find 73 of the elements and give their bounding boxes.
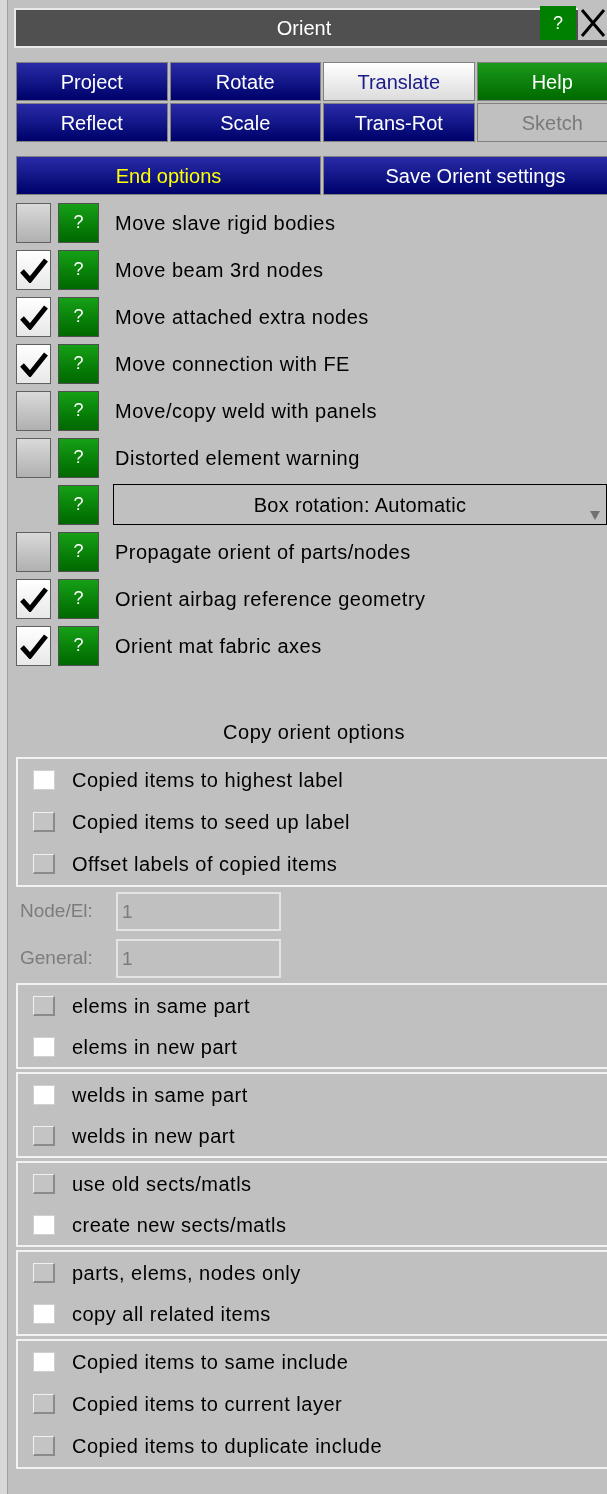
option-label: Distorted element warning [115, 445, 360, 471]
toggle-square[interactable] [33, 1084, 55, 1105]
input-field[interactable]: 1 [116, 939, 281, 978]
help-button[interactable]: ? [58, 578, 99, 619]
checkbox[interactable] [16, 390, 51, 431]
option-label: elems in same part [72, 993, 250, 1019]
close-button[interactable] [578, 6, 607, 40]
field-label: Node/El: [19, 899, 94, 924]
toggle-square[interactable] [33, 1214, 55, 1235]
mode-tab[interactable]: Project [16, 62, 168, 101]
option-label: Propagate orient of parts/nodes [115, 539, 411, 565]
section-heading: Copy orient options [223, 720, 405, 745]
input-field[interactable]: 1 [116, 892, 281, 931]
checkbox[interactable] [16, 343, 51, 384]
dropdown-triangle-icon [590, 511, 600, 520]
checkmark-icon [19, 256, 48, 283]
checkbox[interactable] [16, 296, 51, 337]
help-button[interactable]: ? [58, 249, 99, 290]
help-button[interactable]: ? [58, 202, 99, 243]
option-label: elems in new part [72, 1034, 238, 1060]
help-button[interactable]: ? [58, 484, 99, 525]
help-button[interactable]: ? [58, 390, 99, 431]
action-button[interactable]: Save Orient settings [323, 156, 607, 195]
option-label: Copied items to highest label [72, 768, 344, 793]
option-label: Move/copy weld with panels [115, 398, 377, 424]
toggle-square[interactable] [33, 1352, 55, 1372]
option-label: Move beam 3rd nodes [115, 257, 324, 283]
checkbox[interactable] [16, 249, 51, 290]
window-title: Orient [276, 16, 332, 41]
option-label: Orient mat fabric axes [115, 633, 322, 659]
option-label: Orient airbag reference geometry [115, 586, 426, 612]
help-button[interactable]: ? [58, 296, 99, 337]
help-button[interactable]: ? [58, 437, 99, 478]
option-label: Offset labels of copied items [72, 852, 338, 877]
option-label: Copied items to same include [72, 1350, 349, 1375]
checkmark-icon [19, 632, 48, 659]
option-label: copy all related items [72, 1301, 271, 1327]
box-rotation-dropdown[interactable]: Box rotation: Automatic [113, 484, 607, 525]
help-button[interactable]: Help [476, 62, 607, 101]
option-label: Move slave rigid bodies [115, 210, 336, 236]
option-label: Copied items to current layer [72, 1392, 343, 1417]
toggle-square[interactable] [33, 1036, 55, 1057]
option-label: Copied items to duplicate include [72, 1434, 382, 1459]
option-label: welds in same part [72, 1082, 248, 1108]
action-button[interactable]: End options [16, 156, 321, 195]
option-label: Move connection with FE [115, 351, 350, 377]
help-button[interactable]: ? [58, 625, 99, 666]
option-label: use old sects/matls [72, 1171, 252, 1197]
mode-tab[interactable]: Reflect [16, 103, 168, 142]
checkbox[interactable] [16, 578, 51, 619]
checkbox[interactable] [16, 437, 51, 478]
checkbox[interactable] [16, 531, 51, 572]
checkbox[interactable] [16, 202, 51, 243]
option-label: Copied items to seed up label [72, 810, 350, 835]
toggle-square[interactable] [33, 1303, 55, 1324]
help-button[interactable]: ? [58, 531, 99, 572]
mode-tab[interactable]: Rotate [169, 62, 321, 101]
option-label: create new sects/matls [72, 1212, 287, 1238]
option-label: Move attached extra nodes [115, 304, 369, 330]
checkmark-icon [19, 350, 48, 377]
option-label: parts, elems, nodes only [72, 1260, 301, 1286]
checkbox[interactable] [16, 625, 51, 666]
mode-tab[interactable]: Scale [169, 103, 321, 142]
mode-tab[interactable]: Trans-Rot [323, 103, 475, 142]
option-label: welds in new part [72, 1123, 236, 1149]
checkmark-icon [19, 585, 48, 612]
toggle-square[interactable] [33, 770, 55, 790]
close-icon [580, 8, 606, 38]
checkmark-icon [19, 303, 48, 330]
field-label: General: [19, 946, 94, 971]
mode-tab[interactable]: Translate [323, 62, 475, 101]
help-button[interactable]: ? [58, 343, 99, 384]
help-button[interactable]: ? [540, 6, 576, 40]
